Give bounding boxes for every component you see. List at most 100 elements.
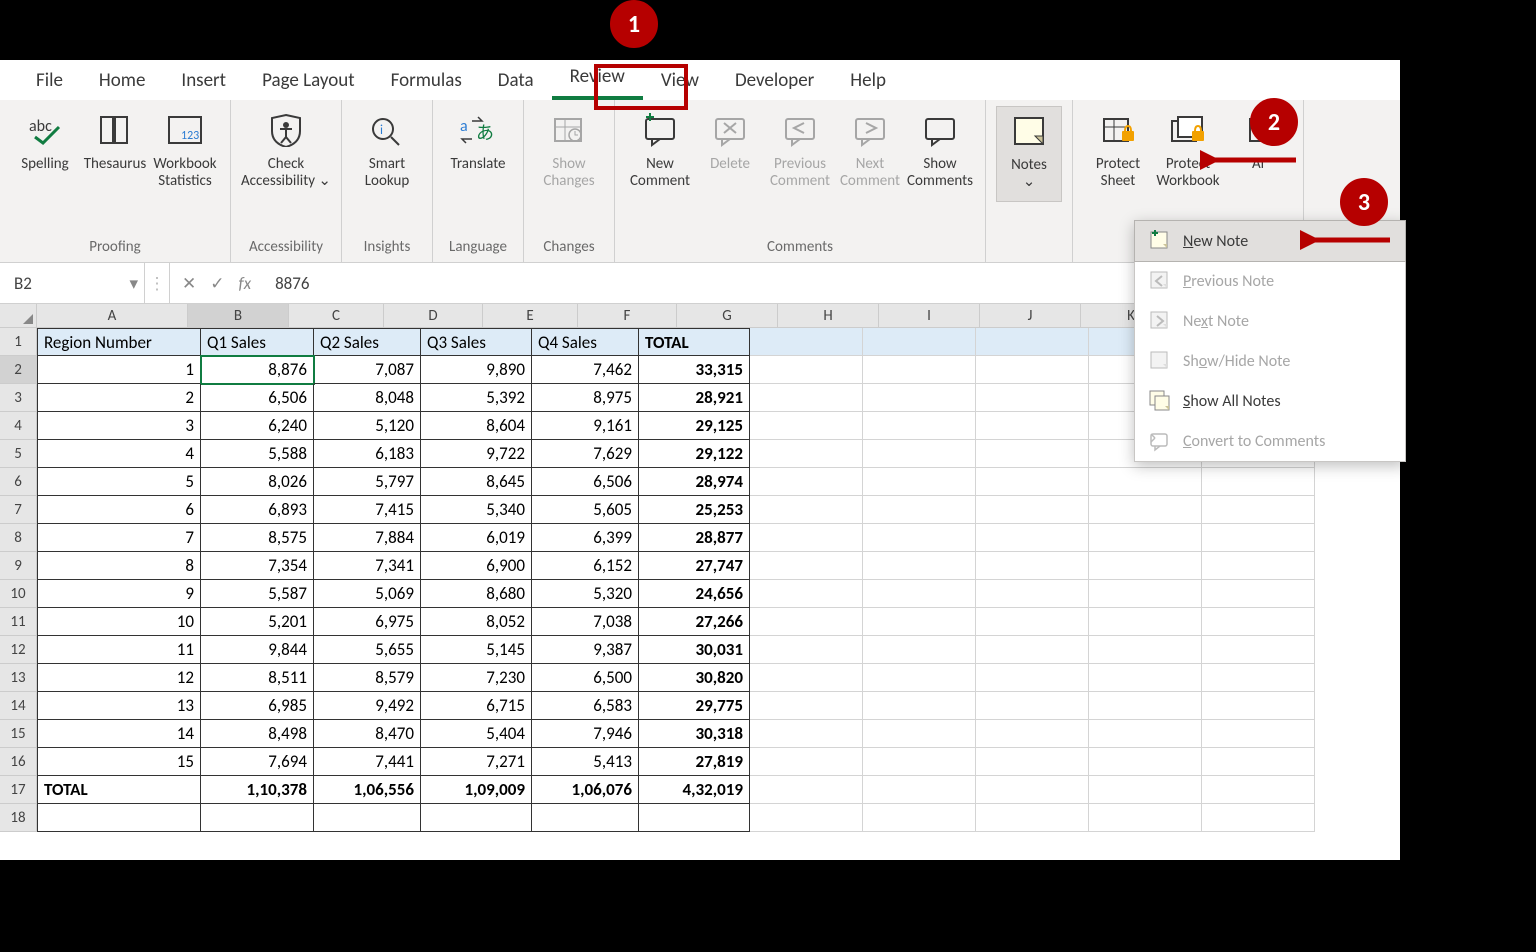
cell-B6[interactable]: 8,026 xyxy=(201,468,314,496)
smart-lookup-button[interactable]: iSmartLookup xyxy=(352,106,422,200)
tab-developer[interactable]: Developer xyxy=(717,63,832,100)
row-header[interactable]: 10 xyxy=(0,580,37,608)
cell-J15[interactable] xyxy=(1089,720,1202,748)
cell-G5[interactable] xyxy=(750,440,863,468)
cell-B10[interactable]: 5,587 xyxy=(201,580,314,608)
row-header[interactable]: 11 xyxy=(0,608,37,636)
cell-D13[interactable]: 7,230 xyxy=(421,664,532,692)
cell-I1[interactable] xyxy=(976,328,1089,356)
cell-B14[interactable]: 6,985 xyxy=(201,692,314,720)
cell-B13[interactable]: 8,511 xyxy=(201,664,314,692)
cell-G16[interactable] xyxy=(750,748,863,776)
cell-C12[interactable]: 5,655 xyxy=(314,636,421,664)
cell-K10[interactable] xyxy=(1202,580,1315,608)
cell-D3[interactable]: 5,392 xyxy=(421,384,532,412)
cell-C17[interactable]: 1,06,556 xyxy=(314,776,421,804)
protect-sheet-button[interactable]: ProtectSheet xyxy=(1083,106,1153,200)
cell-J12[interactable] xyxy=(1089,636,1202,664)
cell-E17[interactable]: 1,06,076 xyxy=(532,776,639,804)
translate-button[interactable]: aあTranslate xyxy=(443,106,513,200)
cell-F8[interactable]: 28,877 xyxy=(639,524,750,552)
cell-J6[interactable] xyxy=(1089,468,1202,496)
cell-K17[interactable] xyxy=(1202,776,1315,804)
cell-A13[interactable]: 12 xyxy=(37,664,201,692)
cell-H12[interactable] xyxy=(863,636,976,664)
cell-H9[interactable] xyxy=(863,552,976,580)
check-accessibility-button[interactable]: CheckAccessibility ⌄ xyxy=(241,106,331,200)
cell-E13[interactable]: 6,500 xyxy=(532,664,639,692)
cell-K14[interactable] xyxy=(1202,692,1315,720)
cell-J13[interactable] xyxy=(1089,664,1202,692)
cell-K8[interactable] xyxy=(1202,524,1315,552)
row-header[interactable]: 18 xyxy=(0,804,37,832)
cell-G6[interactable] xyxy=(750,468,863,496)
cell-G13[interactable] xyxy=(750,664,863,692)
cell-I16[interactable] xyxy=(976,748,1089,776)
cell-G7[interactable] xyxy=(750,496,863,524)
cell-I7[interactable] xyxy=(976,496,1089,524)
cell-D1[interactable]: Q3 Sales xyxy=(421,328,532,356)
cell-B9[interactable]: 7,354 xyxy=(201,552,314,580)
row-header[interactable]: 17 xyxy=(0,776,37,804)
cell-F16[interactable]: 27,819 xyxy=(639,748,750,776)
cell-B17[interactable]: 1,10,378 xyxy=(201,776,314,804)
cell-D8[interactable]: 6,019 xyxy=(421,524,532,552)
cell-E9[interactable]: 6,152 xyxy=(532,552,639,580)
cell-E11[interactable]: 7,038 xyxy=(532,608,639,636)
cell-G15[interactable] xyxy=(750,720,863,748)
cell-E14[interactable]: 6,583 xyxy=(532,692,639,720)
cell-I12[interactable] xyxy=(976,636,1089,664)
tab-page-layout[interactable]: Page Layout xyxy=(244,63,373,100)
cell-A5[interactable]: 4 xyxy=(37,440,201,468)
row-header[interactable]: 7 xyxy=(0,496,37,524)
name-box[interactable]: B2 ▾ xyxy=(0,263,145,303)
cell-I14[interactable] xyxy=(976,692,1089,720)
cell-D18[interactable] xyxy=(421,804,532,832)
cell-K16[interactable] xyxy=(1202,748,1315,776)
cell-D15[interactable]: 5,404 xyxy=(421,720,532,748)
cell-I18[interactable] xyxy=(976,804,1089,832)
cell-F4[interactable]: 29,125 xyxy=(639,412,750,440)
cell-D12[interactable]: 5,145 xyxy=(421,636,532,664)
cell-E8[interactable]: 6,399 xyxy=(532,524,639,552)
cell-C4[interactable]: 5,120 xyxy=(314,412,421,440)
cell-J11[interactable] xyxy=(1089,608,1202,636)
cell-H14[interactable] xyxy=(863,692,976,720)
cell-K7[interactable] xyxy=(1202,496,1315,524)
cell-F3[interactable]: 28,921 xyxy=(639,384,750,412)
row-header[interactable]: 15 xyxy=(0,720,37,748)
row-header[interactable]: 2 xyxy=(0,356,37,384)
cell-H16[interactable] xyxy=(863,748,976,776)
cell-G11[interactable] xyxy=(750,608,863,636)
cell-F15[interactable]: 30,318 xyxy=(639,720,750,748)
cell-E16[interactable]: 5,413 xyxy=(532,748,639,776)
cell-A1[interactable]: Region Number xyxy=(37,328,201,356)
row-header[interactable]: 5 xyxy=(0,440,37,468)
row-header[interactable]: 12 xyxy=(0,636,37,664)
cell-G17[interactable] xyxy=(750,776,863,804)
cell-G8[interactable] xyxy=(750,524,863,552)
cell-E7[interactable]: 5,605 xyxy=(532,496,639,524)
cell-H18[interactable] xyxy=(863,804,976,832)
cell-G18[interactable] xyxy=(750,804,863,832)
cell-C14[interactable]: 9,492 xyxy=(314,692,421,720)
thesaurus-button[interactable]: Thesaurus xyxy=(80,106,150,200)
cell-I10[interactable] xyxy=(976,580,1089,608)
cell-C1[interactable]: Q2 Sales xyxy=(314,328,421,356)
cell-K15[interactable] xyxy=(1202,720,1315,748)
cell-B11[interactable]: 5,201 xyxy=(201,608,314,636)
col-header-G[interactable]: G xyxy=(677,304,778,328)
cell-A7[interactable]: 6 xyxy=(37,496,201,524)
cell-F13[interactable]: 30,820 xyxy=(639,664,750,692)
cell-C10[interactable]: 5,069 xyxy=(314,580,421,608)
cell-F10[interactable]: 24,656 xyxy=(639,580,750,608)
cell-F17[interactable]: 4,32,019 xyxy=(639,776,750,804)
cell-H3[interactable] xyxy=(863,384,976,412)
cell-I5[interactable] xyxy=(976,440,1089,468)
show-comments-button[interactable]: ShowComments xyxy=(905,106,975,200)
col-header-F[interactable]: F xyxy=(578,304,677,328)
spelling-button[interactable]: abcSpelling xyxy=(10,106,80,200)
cell-K18[interactable] xyxy=(1202,804,1315,832)
cell-H7[interactable] xyxy=(863,496,976,524)
cell-B5[interactable]: 5,588 xyxy=(201,440,314,468)
